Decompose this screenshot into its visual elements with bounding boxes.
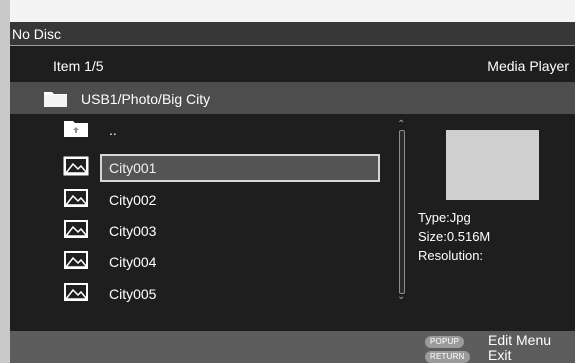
list-item-file[interactable]: City001 [10,154,400,185]
list-item-file[interactable]: City005 [10,280,400,311]
media-player-screen: No Disc Item 1/5 Media Player USB1/Photo… [10,0,575,363]
info-bar: Item 1/5 Media Player [10,50,575,81]
image-file-icon [64,251,88,269]
list-item-file[interactable]: City002 [10,186,400,217]
file-details: Type:Jpg Size:0.516M Resolution: [418,208,490,265]
file-type: Type:Jpg [418,210,471,225]
list-item-label: City004 [109,254,157,270]
path-bar: USB1/Photo/Big City [10,82,575,114]
file-list: .. City001 City002 City003 City004 City0… [10,116,400,311]
scrollbar-track [399,130,405,294]
popup-action-label: Edit Menu [488,332,552,348]
list-item-label: City005 [109,286,157,302]
return-button[interactable]: RETURN [425,351,470,363]
folder-icon [44,92,67,107]
file-resolution: Resolution: [418,248,484,263]
list-item-file[interactable]: City003 [10,217,400,248]
list-item-file[interactable]: City004 [10,248,400,279]
image-file-icon [64,220,88,238]
mode-title: Media Player [487,58,569,74]
image-file-icon [64,283,88,301]
scroll-down-icon: ⌄ [397,291,406,302]
file-size: Size:0.516M [418,229,491,244]
list-item-parent-folder[interactable]: .. [10,116,400,147]
scroll-up-icon: ⌃ [397,119,406,130]
return-action-label: Exit [488,347,512,363]
image-file-icon [64,189,88,207]
image-file-icon [63,156,89,176]
popup-button[interactable]: POPUP [425,336,465,348]
list-item-label: City001 [109,160,157,176]
disc-status: No Disc [12,26,62,42]
list-item-label: City002 [109,192,157,208]
item-counter: Item 1/5 [53,58,104,74]
list-item-label: City003 [109,223,157,239]
list-scrollbar[interactable]: ⌃ ⌄ [396,120,408,302]
folder-up-icon [64,121,88,137]
list-item-label: .. [109,122,117,138]
footer-bar: POPUP Edit Menu RETURN Exit [10,331,575,363]
disc-status-bar: No Disc [10,22,575,46]
image-preview [446,130,539,200]
current-path: USB1/Photo/Big City [81,91,211,107]
